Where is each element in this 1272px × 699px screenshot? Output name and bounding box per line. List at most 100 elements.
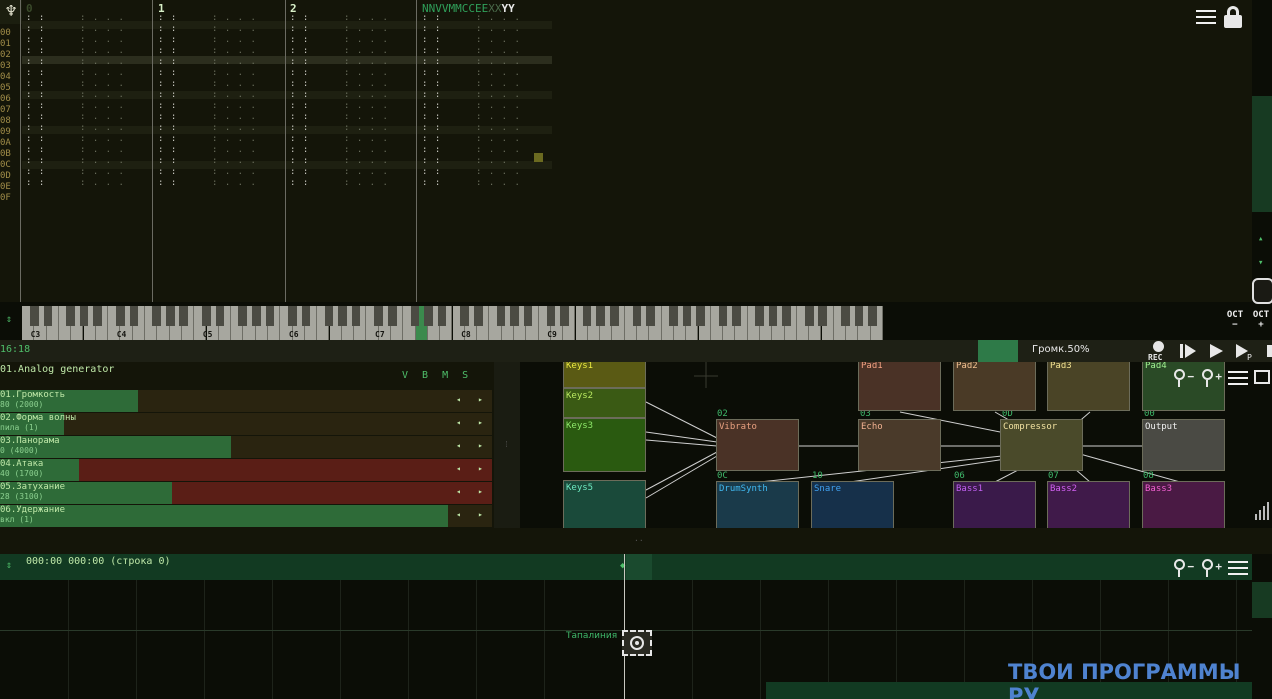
play-button[interactable] bbox=[1206, 341, 1226, 361]
zoom-in-icon[interactable]: + bbox=[1200, 368, 1222, 388]
menu-icon[interactable] bbox=[1196, 8, 1216, 26]
black-key[interactable] bbox=[646, 306, 655, 326]
black-key[interactable] bbox=[755, 306, 764, 326]
param-row[interactable]: 06.Удержание вкл (1) ◂ ▸ bbox=[0, 505, 492, 527]
param-increase-icon[interactable]: ▸ bbox=[478, 418, 483, 427]
black-key[interactable] bbox=[696, 306, 705, 326]
resize-handle-icon[interactable]: ⇕ bbox=[6, 314, 12, 325]
timeline-splitter[interactable]: ·· bbox=[0, 528, 1272, 554]
black-key[interactable] bbox=[252, 306, 261, 326]
param-increase-icon[interactable]: ▸ bbox=[478, 487, 483, 496]
black-key[interactable] bbox=[152, 306, 161, 326]
black-key[interactable] bbox=[818, 306, 828, 326]
param-decrease-icon[interactable]: ◂ bbox=[456, 487, 461, 496]
lock-icon[interactable] bbox=[1224, 6, 1242, 28]
black-key[interactable] bbox=[93, 306, 102, 326]
node-snare[interactable]: Snare bbox=[811, 481, 894, 528]
scroll-thumb[interactable] bbox=[1252, 96, 1272, 212]
black-key[interactable] bbox=[609, 306, 619, 326]
module-icon[interactable] bbox=[1252, 278, 1272, 304]
timeline-header[interactable]: ⇕ 000:00 000:00 (строка 0) ◆ bbox=[0, 554, 1252, 580]
play-from-start-button[interactable] bbox=[1178, 341, 1198, 361]
param-row[interactable]: 04.Атака 40 (1700) ◂ ▸ bbox=[0, 459, 492, 481]
record-button[interactable]: REC bbox=[1148, 341, 1170, 362]
node-keys5[interactable]: Keys5 bbox=[563, 480, 646, 528]
volume-slider[interactable] bbox=[978, 340, 1018, 362]
black-key[interactable] bbox=[79, 306, 89, 326]
node-vibrato[interactable]: Vibrato bbox=[716, 419, 799, 471]
node-pad1[interactable]: Pad1 bbox=[858, 362, 941, 411]
param-increase-icon[interactable]: ▸ bbox=[478, 441, 483, 450]
node-bass3[interactable]: Bass3 bbox=[1142, 481, 1225, 528]
black-key[interactable] bbox=[582, 306, 592, 326]
mute-toggle[interactable]: M bbox=[442, 370, 448, 381]
effect-column[interactable]: : . . . : . . . : . . . : . . . : . . . … bbox=[80, 13, 125, 189]
black-key[interactable] bbox=[596, 306, 606, 326]
octave-up-button[interactable]: OCT + bbox=[1250, 310, 1272, 332]
timeline-pattern-block[interactable] bbox=[622, 630, 652, 656]
node-echo[interactable]: Echo bbox=[858, 419, 941, 471]
node-pad3[interactable]: Pad3 bbox=[1047, 362, 1130, 411]
param-row[interactable]: 02.Форма волны пила (1) ◂ ▸ bbox=[0, 413, 492, 435]
param-row[interactable]: 01.Громкость 80 (2000) ◂ ▸ bbox=[0, 390, 492, 412]
black-key[interactable] bbox=[841, 306, 850, 326]
black-key[interactable] bbox=[179, 306, 189, 326]
timeline-zoom-out-icon[interactable]: − bbox=[1172, 558, 1194, 578]
scroll-down-icon[interactable]: ▾ bbox=[1258, 258, 1263, 268]
black-key[interactable] bbox=[632, 306, 642, 326]
solo-toggle[interactable]: S bbox=[462, 370, 468, 381]
node-pad2[interactable]: Pad2 bbox=[953, 362, 1036, 411]
node-keys3[interactable]: Keys3 bbox=[563, 418, 646, 472]
window-toggle-icon[interactable] bbox=[1254, 370, 1270, 384]
black-key[interactable] bbox=[668, 306, 678, 326]
black-key[interactable] bbox=[560, 306, 569, 326]
param-row[interactable]: 03.Панорама 0 (4000) ◂ ▸ bbox=[0, 436, 492, 458]
black-key[interactable] bbox=[288, 306, 297, 326]
black-key[interactable] bbox=[804, 306, 814, 326]
volume-label[interactable]: Громк.50% bbox=[1032, 344, 1090, 355]
playhead-marker[interactable] bbox=[626, 554, 652, 580]
node-bass2[interactable]: Bass2 bbox=[1047, 481, 1130, 528]
octave-down-button[interactable]: OCT − bbox=[1224, 310, 1246, 332]
black-key[interactable] bbox=[782, 306, 791, 326]
node-compressor[interactable]: Compressor bbox=[1000, 419, 1083, 471]
pattern-editor[interactable]: ♆ 00 01 02 03 04 05 06 07 08 09 0A 0B 0C… bbox=[0, 0, 1252, 302]
black-key[interactable] bbox=[682, 306, 692, 326]
timeline-menu-icon[interactable] bbox=[1228, 559, 1248, 577]
black-key[interactable] bbox=[215, 306, 225, 326]
param-decrease-icon[interactable]: ◂ bbox=[456, 441, 461, 450]
param-decrease-icon[interactable]: ◂ bbox=[456, 418, 461, 427]
stop-button[interactable] bbox=[1262, 341, 1272, 361]
param-increase-icon[interactable]: ▸ bbox=[478, 395, 483, 404]
timeline-zoom-in-icon[interactable]: + bbox=[1200, 558, 1222, 578]
black-key[interactable] bbox=[510, 306, 519, 326]
black-key[interactable] bbox=[301, 306, 311, 326]
black-key[interactable] bbox=[732, 306, 741, 326]
black-key[interactable] bbox=[43, 306, 53, 326]
black-key[interactable] bbox=[66, 306, 75, 326]
black-key[interactable] bbox=[374, 306, 383, 326]
black-key[interactable] bbox=[410, 306, 420, 326]
app-logo-icon[interactable]: ♆ bbox=[0, 0, 22, 24]
black-key[interactable] bbox=[546, 306, 556, 326]
effect-column[interactable]: : . . . : . . . : . . . : . . . : . . . … bbox=[212, 13, 257, 189]
black-key[interactable] bbox=[460, 306, 470, 326]
visualizer-toggle[interactable]: V bbox=[402, 370, 408, 381]
resize-handle-icon[interactable]: ⇕ bbox=[6, 560, 12, 571]
param-decrease-icon[interactable]: ◂ bbox=[456, 510, 461, 519]
graph-menu-icon[interactable] bbox=[1228, 369, 1248, 387]
node-drumsynth[interactable]: DrumSynth bbox=[716, 481, 799, 528]
param-fill[interactable] bbox=[0, 505, 448, 527]
param-decrease-icon[interactable]: ◂ bbox=[456, 464, 461, 473]
panel-splitter[interactable]: ⁞ bbox=[494, 362, 520, 528]
black-key[interactable] bbox=[868, 306, 877, 326]
param-row[interactable]: 05.Затухание 28 (3100) ◂ ▸ bbox=[0, 482, 492, 504]
black-key[interactable] bbox=[437, 306, 447, 326]
black-key[interactable] bbox=[129, 306, 139, 326]
black-key[interactable] bbox=[265, 306, 275, 326]
black-key[interactable] bbox=[165, 306, 175, 326]
note-column[interactable]: : : : : : : : : : : : : : : : : : : : : … bbox=[158, 13, 177, 189]
black-key[interactable] bbox=[496, 306, 506, 326]
node-output[interactable]: Output bbox=[1142, 419, 1225, 471]
bypass-toggle[interactable]: B bbox=[422, 370, 428, 381]
